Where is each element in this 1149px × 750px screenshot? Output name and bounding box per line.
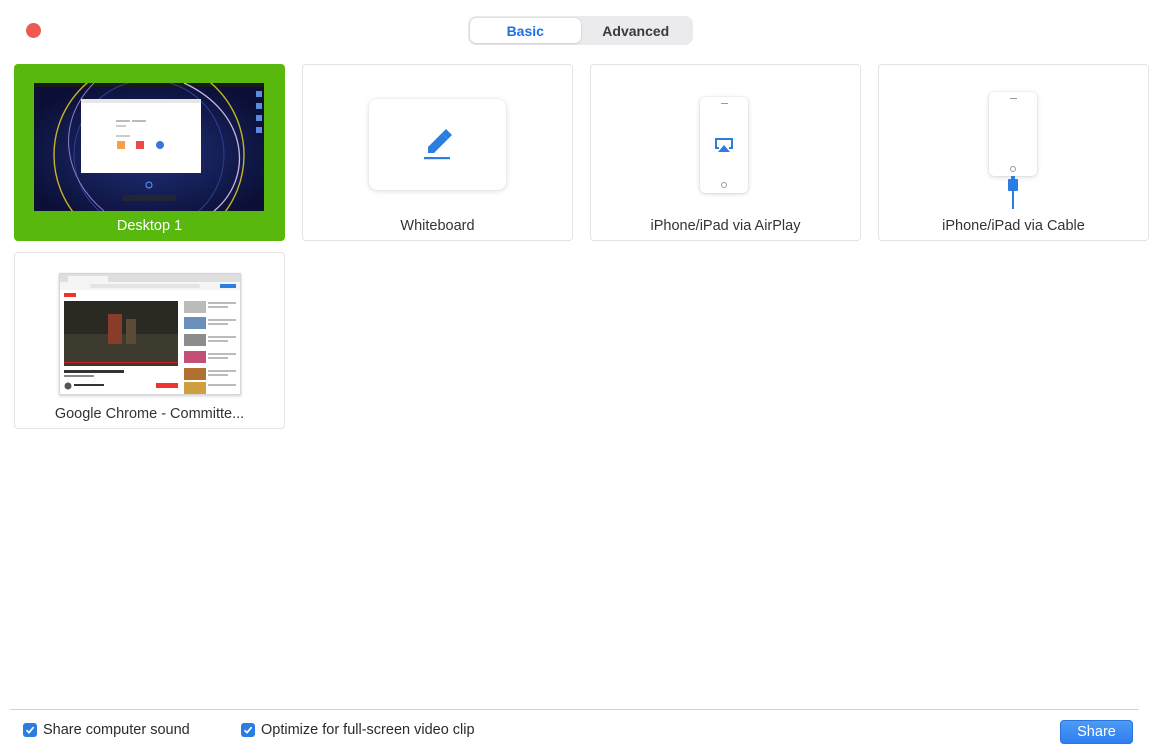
tile-cable[interactable]: iPhone/iPad via Cable <box>878 64 1149 241</box>
tile-label: Google Chrome - Committe... <box>54 406 245 422</box>
tile-google-chrome[interactable]: Google Chrome - Committe... <box>14 252 285 429</box>
checkmark-icon <box>243 726 253 734</box>
chrome-window-preview <box>59 273 241 395</box>
tile-airplay[interactable]: iPhone/iPad via AirPlay <box>590 64 861 241</box>
phone-illustration <box>989 92 1037 176</box>
tile-label: Whiteboard <box>400 218 475 234</box>
tile-label: iPhone/iPad via Cable <box>942 218 1085 234</box>
desktop-preview <box>34 83 264 211</box>
close-window-button[interactable] <box>26 23 41 38</box>
whiteboard-preview <box>369 99 506 190</box>
footer-divider <box>10 709 1139 710</box>
pen-icon <box>423 128 452 159</box>
airplay-icon <box>715 138 733 152</box>
checkmark-icon <box>25 726 35 734</box>
cable-icon <box>1008 176 1018 209</box>
share-sound-option[interactable]: Share computer sound <box>23 722 190 738</box>
tab-basic[interactable]: Basic <box>470 18 581 43</box>
share-sound-checkbox[interactable] <box>23 723 37 737</box>
optimize-video-label: Optimize for full-screen video clip <box>261 722 475 738</box>
tab-advanced[interactable]: Advanced <box>581 18 692 43</box>
tile-label: iPhone/iPad via AirPlay <box>650 218 801 234</box>
phone-illustration <box>700 97 748 193</box>
tile-desktop-1[interactable]: Desktop 1 <box>14 64 285 241</box>
optimize-video-option[interactable]: Optimize for full-screen video clip <box>241 722 475 738</box>
tile-label: Desktop 1 <box>116 218 183 234</box>
tile-whiteboard[interactable]: Whiteboard <box>302 64 573 241</box>
share-mode-tabs: Basic Advanced <box>468 16 693 45</box>
share-button[interactable]: Share <box>1060 720 1133 744</box>
share-sound-label: Share computer sound <box>43 722 190 738</box>
optimize-video-checkbox[interactable] <box>241 723 255 737</box>
